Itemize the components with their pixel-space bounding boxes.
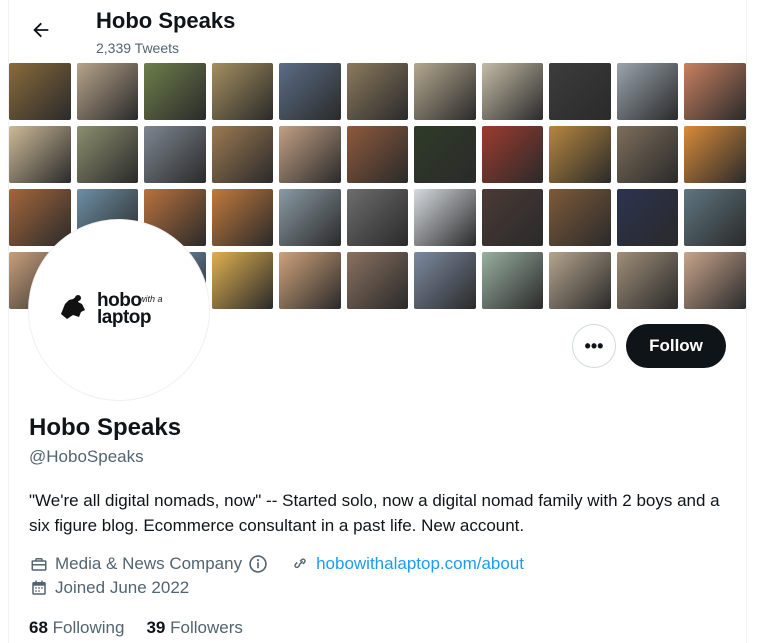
more-options-button[interactable]: •••	[572, 324, 616, 368]
back-button[interactable]	[27, 16, 55, 44]
followers-count: 39	[146, 618, 166, 637]
banner-photo-tile	[481, 189, 544, 246]
follow-button[interactable]: Follow	[626, 324, 726, 368]
banner-photo-tile	[481, 126, 544, 183]
banner-photo-tile	[279, 126, 341, 183]
banner-photo-tile	[9, 189, 71, 246]
brand-logo: hobo laptop with a	[53, 286, 203, 328]
follow-stats: 68 Following 39 Followers	[29, 618, 243, 638]
banner-photo-tile	[279, 189, 341, 246]
banner-photo-tile	[481, 252, 544, 309]
banner-photo-tile	[346, 63, 409, 120]
arrow-left-icon	[33, 22, 49, 38]
hobo-figure-icon	[61, 295, 85, 319]
banner-photo-tile	[414, 189, 476, 246]
profile-category: Media & News Company	[55, 554, 243, 573]
profile-name: Hobo Speaks	[29, 414, 182, 441]
profile-website-link[interactable]: hobowithalaptop.com/about	[316, 554, 524, 574]
banner-photo-tile	[481, 63, 544, 120]
banner-photo-tile	[616, 252, 679, 309]
banner-photo-tile	[144, 126, 206, 183]
profile-bio: "We're all digital nomads, now" -- Start…	[29, 491, 720, 535]
banner-photo-tile	[76, 63, 139, 120]
banner-photo-tile	[346, 189, 409, 246]
link-icon	[290, 554, 310, 574]
info-icon[interactable]	[248, 554, 268, 574]
tweet-count: 2,339 Tweets	[96, 40, 180, 56]
banner-photo-tile	[616, 63, 679, 120]
header-title: Hobo Speaks	[96, 8, 236, 33]
following-stat[interactable]: 68 Following	[29, 618, 124, 638]
banner-photo-tile	[549, 189, 611, 246]
profile-handle: @HoboSpeaks	[29, 447, 144, 466]
profile-page: Hobo Speaks 2,339 Tweets hobo laptop wit…	[8, 0, 747, 643]
banner-photo-tile	[279, 252, 341, 309]
banner-photo-tile	[684, 189, 746, 246]
banner-photo-tile	[684, 63, 746, 120]
banner-photo-tile	[211, 189, 274, 246]
banner-photo-tile	[9, 126, 71, 183]
banner-photo-tile	[616, 126, 679, 183]
banner-photo-tile	[279, 63, 341, 120]
banner-photo-tile	[76, 126, 139, 183]
avatar[interactable]: hobo laptop with a	[29, 220, 209, 400]
banner-photo-tile	[549, 252, 611, 309]
banner-photo-tile	[211, 252, 274, 309]
logo-text-line2: laptop	[97, 307, 152, 328]
banner-photo-tile	[414, 126, 476, 183]
briefcase-icon	[29, 554, 49, 574]
followers-stat[interactable]: 39 Followers	[146, 618, 242, 638]
banner-photo-tile	[414, 252, 476, 309]
following-count: 68	[29, 618, 48, 637]
banner-photo-tile	[144, 63, 206, 120]
banner-photo-tile	[549, 126, 611, 183]
profile-joined-date: Joined June 2022	[55, 578, 190, 597]
banner-photo-tile	[9, 63, 71, 120]
logo-text-small: with a	[139, 294, 163, 304]
following-label: Following	[52, 618, 125, 637]
banner-photo-tile	[211, 126, 274, 183]
banner-photo-tile	[211, 63, 274, 120]
banner-photo-tile	[346, 252, 409, 309]
followers-label: Followers	[170, 618, 243, 637]
profile-joined-row: Joined June 2022	[29, 578, 189, 598]
banner-photo-tile	[549, 63, 611, 120]
banner-photo-tile	[616, 189, 679, 246]
banner-photo-tile	[684, 126, 746, 183]
more-options-label: •••	[584, 335, 604, 356]
banner-photo-tile	[346, 126, 409, 183]
banner-photo-tile	[684, 252, 746, 309]
banner-photo-tile	[414, 63, 476, 120]
profile-meta-row: Media & News Company hobowithalaptop.com…	[29, 554, 524, 574]
top-bar: Hobo Speaks 2,339 Tweets	[9, 0, 746, 62]
calendar-icon	[29, 578, 49, 598]
